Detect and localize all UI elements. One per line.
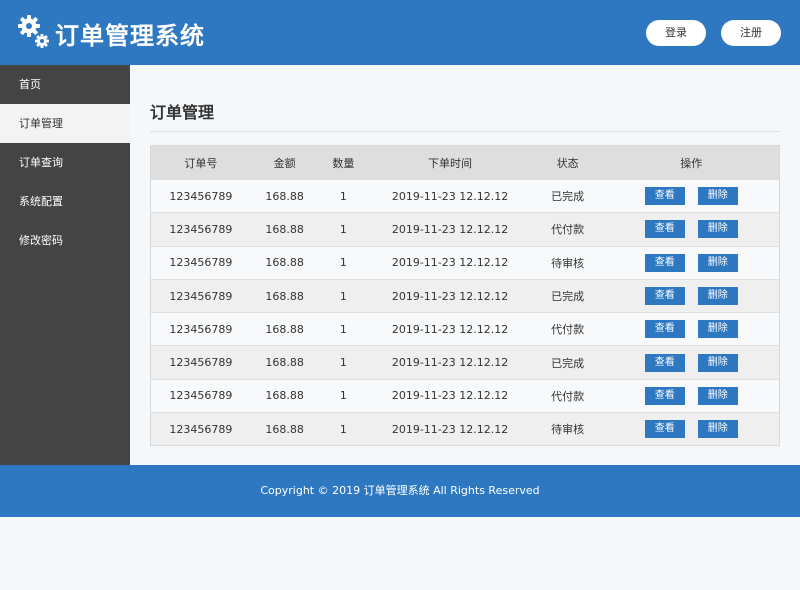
view-button[interactable]: 查看 <box>644 253 685 272</box>
order-time-cell: 2019-11-23 12.12.12 <box>391 222 509 236</box>
order-id-cell: 123456789 <box>169 189 233 203</box>
view-button[interactable]: 查看 <box>644 187 685 206</box>
actions-cell: 查看 删除 <box>604 187 779 206</box>
table-row: 123456789 168.88 1 2019-11-23 12.12.12 代… <box>151 212 779 246</box>
view-button[interactable]: 查看 <box>644 320 685 339</box>
column-header: 状态 <box>556 156 579 170</box>
quantity-cell: 1 <box>339 222 347 236</box>
footer: Copyright © 2019 订单管理系统 All Rights Reser… <box>0 465 800 517</box>
register-button[interactable]: 注册 <box>721 20 781 46</box>
delete-button[interactable]: 删除 <box>697 253 738 272</box>
table-row: 123456789 168.88 1 2019-11-23 12.12.12 待… <box>151 412 779 446</box>
view-button[interactable]: 查看 <box>644 287 685 306</box>
delete-button[interactable]: 删除 <box>697 420 738 439</box>
column-header: 金额 <box>273 156 296 170</box>
view-button[interactable]: 查看 <box>644 386 685 405</box>
sidebar-item-change-password[interactable]: 修改密码 <box>0 221 130 260</box>
amount-cell: 168.88 <box>265 289 304 303</box>
quantity-cell: 1 <box>339 356 347 370</box>
orders-table: 订单号 金额 数量 下单时间 状态 操作 123456789 168.88 1 … <box>150 145 780 447</box>
top-header: 订单管理系统 登录 注册 <box>0 0 800 65</box>
column-header: 数量 <box>332 156 355 170</box>
table-row: 123456789 168.88 1 2019-11-23 12.12.12 已… <box>151 278 779 313</box>
actions-cell: 查看 删除 <box>604 253 779 272</box>
status-cell: 已完成 <box>551 290 585 304</box>
column-header: 订单号 <box>184 156 218 170</box>
delete-button[interactable]: 删除 <box>697 320 738 339</box>
actions-cell: 查看 删除 <box>604 353 779 372</box>
actions-cell: 查看 删除 <box>604 420 779 439</box>
view-button[interactable]: 查看 <box>644 220 685 239</box>
column-header: 操作 <box>680 156 703 170</box>
amount-cell: 168.88 <box>265 322 304 336</box>
actions-cell: 查看 删除 <box>604 287 779 306</box>
quantity-cell: 1 <box>339 389 347 403</box>
quantity-cell: 1 <box>339 289 347 303</box>
column-header: 下单时间 <box>428 156 473 170</box>
sidebar: 首页 订单管理 订单查询 系统配置 修改密码 <box>0 65 130 465</box>
table-row: 123456789 168.88 1 2019-11-23 12.12.12 代… <box>151 312 779 346</box>
status-cell: 待审核 <box>551 423 585 437</box>
amount-cell: 168.88 <box>265 422 304 436</box>
delete-button[interactable]: 删除 <box>697 187 738 206</box>
delete-button[interactable]: 删除 <box>697 386 738 405</box>
table-row: 123456789 168.88 1 2019-11-23 12.12.12 已… <box>151 345 779 379</box>
order-id-cell: 123456789 <box>169 256 233 270</box>
order-time-cell: 2019-11-23 12.12.12 <box>391 289 509 303</box>
login-button[interactable]: 登录 <box>646 20 706 46</box>
amount-cell: 168.88 <box>265 389 304 403</box>
amount-cell: 168.88 <box>265 356 304 370</box>
sidebar-item-home[interactable]: 首页 <box>0 65 130 104</box>
order-id-cell: 123456789 <box>169 422 233 436</box>
order-time-cell: 2019-11-23 12.12.12 <box>391 189 509 203</box>
status-cell: 代付款 <box>551 323 585 337</box>
quantity-cell: 1 <box>339 256 347 270</box>
amount-cell: 168.88 <box>265 189 304 203</box>
status-cell: 代付款 <box>551 389 585 403</box>
status-cell: 已完成 <box>551 190 585 204</box>
table-header-row: 订单号 金额 数量 下单时间 状态 操作 <box>151 146 779 179</box>
quantity-cell: 1 <box>339 322 347 336</box>
status-cell: 已完成 <box>551 356 585 370</box>
table-row: 123456789 168.88 1 2019-11-23 12.12.12 已… <box>151 179 779 213</box>
gears-icon <box>18 15 49 48</box>
status-cell: 待审核 <box>551 256 585 270</box>
sidebar-item-order-management[interactable]: 订单管理 <box>0 104 130 143</box>
view-button[interactable]: 查看 <box>644 353 685 372</box>
actions-cell: 查看 删除 <box>604 320 779 339</box>
order-id-cell: 123456789 <box>169 322 233 336</box>
page-title: 订单管理 <box>150 103 215 122</box>
order-id-cell: 123456789 <box>169 356 233 370</box>
order-time-cell: 2019-11-23 12.12.12 <box>391 422 509 436</box>
order-time-cell: 2019-11-23 12.12.12 <box>391 322 509 336</box>
quantity-cell: 1 <box>339 189 347 203</box>
title-divider <box>150 131 780 132</box>
status-cell: 代付款 <box>551 223 585 237</box>
main-content: 订单管理 订单号 金额 数量 下单时间 状态 操作 123456789 168.… <box>130 65 800 465</box>
sidebar-item-order-query[interactable]: 订单查询 <box>0 143 130 182</box>
quantity-cell: 1 <box>339 422 347 436</box>
order-id-cell: 123456789 <box>169 289 233 303</box>
table-row: 123456789 168.88 1 2019-11-23 12.12.12 待… <box>151 245 779 279</box>
sidebar-item-system-config[interactable]: 系统配置 <box>0 182 130 221</box>
amount-cell: 168.88 <box>265 256 304 270</box>
order-time-cell: 2019-11-23 12.12.12 <box>391 256 509 270</box>
app-title: 订单管理系统 <box>55 22 205 50</box>
order-id-cell: 123456789 <box>169 222 233 236</box>
delete-button[interactable]: 删除 <box>697 220 738 239</box>
copyright-text: Copyright © 2019 订单管理系统 All Rights Reser… <box>260 484 540 497</box>
actions-cell: 查看 删除 <box>604 386 779 405</box>
delete-button[interactable]: 删除 <box>697 287 738 306</box>
view-button[interactable]: 查看 <box>644 420 685 439</box>
order-time-cell: 2019-11-23 12.12.12 <box>391 389 509 403</box>
amount-cell: 168.88 <box>265 222 304 236</box>
delete-button[interactable]: 删除 <box>697 353 738 372</box>
order-id-cell: 123456789 <box>169 389 233 403</box>
actions-cell: 查看 删除 <box>604 220 779 239</box>
order-time-cell: 2019-11-23 12.12.12 <box>391 356 509 370</box>
table-row: 123456789 168.88 1 2019-11-23 12.12.12 代… <box>151 378 779 413</box>
